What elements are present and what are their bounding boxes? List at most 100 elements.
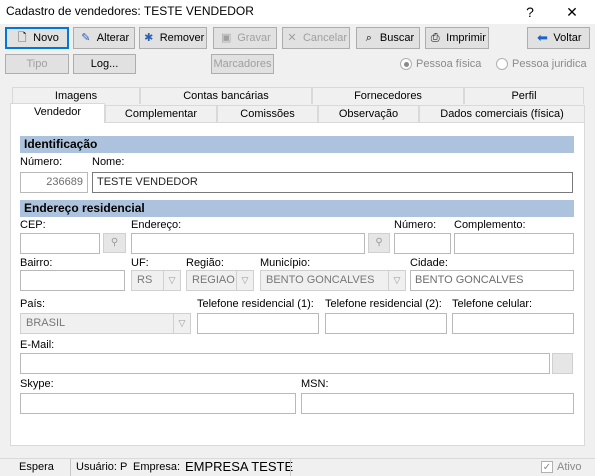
- msn-field[interactable]: [301, 393, 574, 414]
- tab-vendedor[interactable]: Vendedor: [10, 103, 105, 123]
- gravar-button[interactable]: ▣ Gravar: [213, 27, 277, 49]
- tab-comissoes[interactable]: Comissões: [217, 105, 318, 122]
- buscar-button[interactable]: ⌕ Buscar: [356, 27, 420, 49]
- chevron-down-icon: ▽: [163, 271, 180, 290]
- status-divider: [70, 459, 71, 476]
- section-endereco: Endereço residencial: [20, 200, 574, 217]
- imprimir-button[interactable]: ⎙ Imprimir: [425, 27, 489, 49]
- ativo-checkbox[interactable]: ✓ Ativo: [541, 461, 581, 473]
- municipio-select[interactable]: BENTO GONCALVES ▽: [260, 270, 406, 291]
- alterar-label: Alterar: [96, 32, 130, 44]
- remover-button[interactable]: ✱ Remover: [139, 27, 207, 49]
- tel2-field[interactable]: [325, 313, 447, 334]
- close-button[interactable]: ✕: [550, 0, 594, 24]
- municipio-label: Município:: [260, 257, 311, 269]
- voltar-button[interactable]: ⬅ Voltar: [527, 27, 590, 49]
- cep-field[interactable]: [20, 233, 100, 254]
- endereco-field[interactable]: [131, 233, 365, 254]
- edit-icon: ✎: [81, 32, 91, 44]
- status-empresa: EMPRESA TESTE: [185, 459, 294, 474]
- cel-field[interactable]: [452, 313, 574, 334]
- complemento-label: Complemento:: [454, 219, 526, 231]
- cancelar-label: Cancelar: [302, 32, 348, 44]
- pais-select[interactable]: BRASIL ▽: [20, 313, 191, 334]
- checkmark-icon: ✓: [541, 461, 553, 473]
- remover-label: Remover: [159, 32, 205, 44]
- buscar-label: Buscar: [379, 32, 415, 44]
- complemento-field[interactable]: [454, 233, 574, 254]
- regiao-select[interactable]: REGIAO ▽: [186, 270, 254, 291]
- skype-label: Skype:: [20, 378, 54, 390]
- pessoa-fisica-radio[interactable]: Pessoa física: [400, 58, 481, 70]
- pessoa-fisica-label: Pessoa física: [416, 58, 482, 70]
- status-espera: Espera: [19, 461, 54, 473]
- search-icon: ⌕: [365, 32, 372, 44]
- bairro-field[interactable]: [20, 270, 125, 291]
- nome-label: Nome:: [92, 156, 125, 168]
- uf-label: UF:: [131, 257, 149, 269]
- radio-unchecked-icon: [496, 58, 508, 70]
- end-numero-label: Número:: [394, 219, 437, 231]
- binoculars-icon[interactable]: ⚲: [103, 233, 126, 253]
- cidade-field[interactable]: BENTO GONCALVES: [410, 270, 574, 291]
- section-identificacao: Identificação: [20, 136, 574, 153]
- pessoa-juridica-radio[interactable]: Pessoa juridica: [496, 58, 587, 70]
- tel1-field[interactable]: [197, 313, 319, 334]
- window-title: Cadastro de vendedores: TESTE VENDEDOR: [6, 4, 254, 18]
- regiao-label: Região:: [186, 257, 224, 269]
- chevron-down-icon: ▽: [388, 271, 405, 290]
- pessoa-juridica-label: Pessoa juridica: [512, 58, 587, 70]
- pais-label: País:: [20, 298, 46, 310]
- novo-label: Novo: [33, 32, 59, 44]
- save-icon: ▣: [220, 32, 232, 44]
- tab-observacao[interactable]: Observação: [318, 105, 419, 122]
- tel2-label: Telefone residencial (2):: [325, 298, 442, 310]
- endereco-label: Endereço:: [131, 219, 182, 231]
- tab-perfil[interactable]: Perfil: [464, 87, 584, 104]
- new-document-icon: 🗋: [17, 32, 27, 44]
- status-divider: [290, 459, 291, 476]
- uf-value: RS: [137, 274, 153, 286]
- remove-icon: ✱: [144, 32, 154, 44]
- cidade-label: Cidade:: [410, 257, 448, 269]
- imprimir-label: Imprimir: [446, 32, 486, 44]
- tab-contas-bancarias[interactable]: Contas bancárias: [140, 87, 312, 104]
- cep-label: CEP:: [20, 219, 46, 231]
- email-button[interactable]: [552, 353, 573, 374]
- tipo-button[interactable]: Tipo: [5, 54, 69, 74]
- email-field[interactable]: [20, 353, 550, 374]
- tel1-label: Telefone residencial (1):: [197, 298, 314, 310]
- pais-value: BRASIL: [26, 317, 66, 329]
- tab-dados-comerciais[interactable]: Dados comerciais (física): [419, 105, 585, 122]
- radio-checked-icon: [400, 58, 412, 70]
- printer-icon: ⎙: [430, 32, 440, 44]
- tab-complementar[interactable]: Complementar: [105, 105, 217, 122]
- status-empresa-label: Empresa:: [133, 461, 181, 473]
- end-numero-field[interactable]: [394, 233, 451, 254]
- bairro-label: Bairro:: [20, 257, 53, 269]
- skype-field[interactable]: [20, 393, 296, 414]
- numero-field[interactable]: 236689: [20, 172, 88, 193]
- gravar-label: Gravar: [237, 32, 271, 44]
- binoculars-icon[interactable]: ⚲: [368, 233, 390, 253]
- help-button[interactable]: ?: [508, 0, 552, 24]
- voltar-label: Voltar: [553, 32, 582, 44]
- cancel-icon: ✕: [287, 32, 297, 44]
- chevron-down-icon: ▽: [236, 271, 253, 290]
- numero-label: Número:: [20, 156, 63, 168]
- alterar-button[interactable]: ✎ Alterar: [73, 27, 135, 49]
- uf-select[interactable]: RS ▽: [131, 270, 181, 291]
- tab-imagens[interactable]: Imagens: [12, 87, 140, 104]
- marcadores-button[interactable]: Marcadores: [211, 54, 274, 74]
- tab-fornecedores[interactable]: Fornecedores: [312, 87, 464, 104]
- regiao-value: REGIAO: [192, 274, 235, 286]
- status-usuario: Usuário: P: [76, 461, 128, 473]
- novo-button[interactable]: 🗋 Novo: [5, 27, 69, 49]
- back-arrow-icon: ⬅: [536, 30, 548, 45]
- cel-label: Telefone celular:: [452, 298, 533, 310]
- log-button[interactable]: Log...: [73, 54, 136, 74]
- municipio-value: BENTO GONCALVES: [266, 274, 375, 286]
- cancelar-button[interactable]: ✕ Cancelar: [282, 27, 350, 49]
- nome-field[interactable]: TESTE VENDEDOR: [92, 172, 573, 193]
- chevron-down-icon: ▽: [173, 314, 190, 333]
